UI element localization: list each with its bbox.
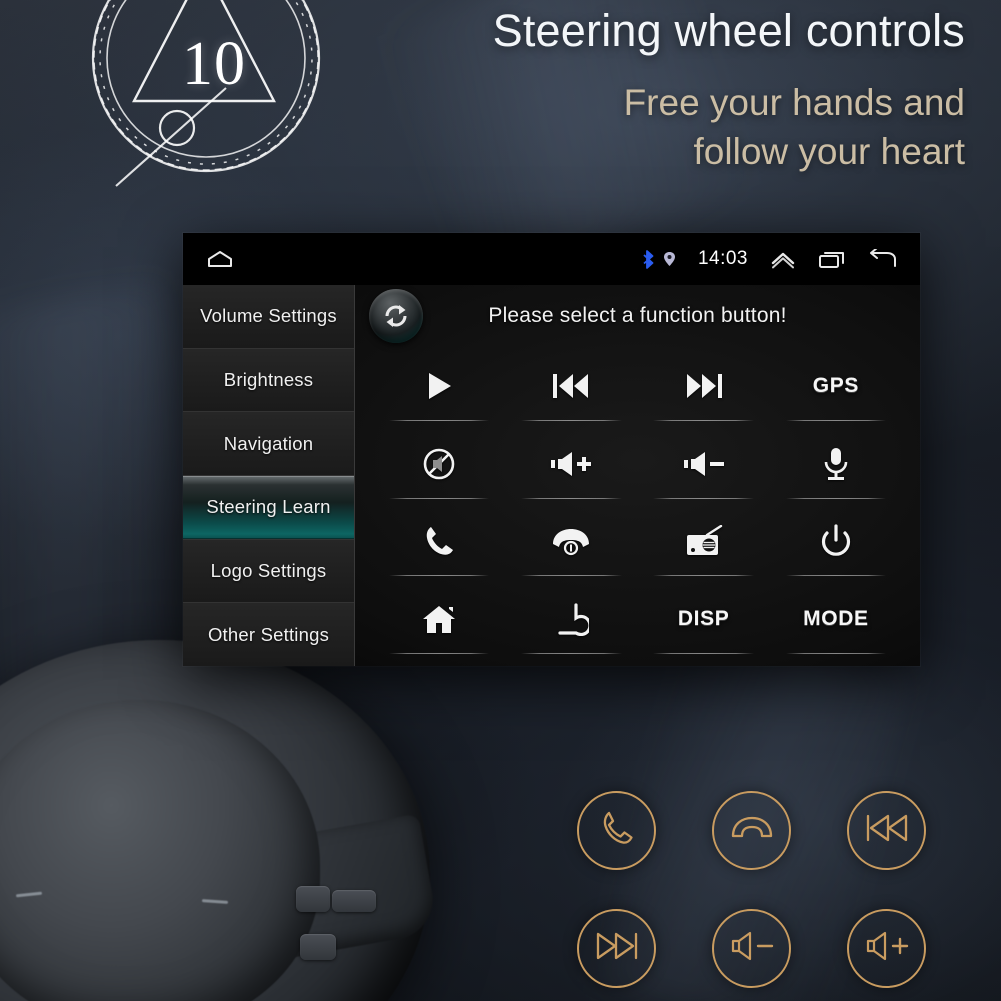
function-button-grid: GPS DISP MODE <box>355 347 920 666</box>
home-outline-icon[interactable] <box>205 249 235 269</box>
bluetooth-icon <box>643 249 656 269</box>
panel-prompt: Please select a function button! <box>488 304 787 327</box>
volume-up-icon <box>550 449 592 479</box>
gold-badge-row-2 <box>577 909 926 988</box>
back-arrow-icon[interactable] <box>868 249 898 269</box>
page-title: Steering wheel controls <box>492 5 965 56</box>
volume-down-icon <box>683 449 725 479</box>
sidebar-item-label: Brightness <box>223 369 314 390</box>
function-button-next[interactable] <box>638 347 770 425</box>
function-button-answer-call[interactable] <box>373 503 505 581</box>
hero-subtitle-line1: Free your hands and <box>623 82 965 124</box>
steering-wheel-button-phone <box>296 886 330 912</box>
function-button-mute[interactable] <box>373 425 505 503</box>
settings-sidebar: Volume Settings Brightness Navigation St… <box>183 285 355 666</box>
sidebar-item-other-settings[interactable]: Other Settings <box>183 603 354 666</box>
function-button-power[interactable] <box>770 503 902 581</box>
promo-page: 10 Steering wheel controls Free your han… <box>0 0 1001 1001</box>
decorative-emblem: 10 <box>76 0 336 188</box>
location-pin-icon <box>663 251 676 267</box>
panel-header: Please select a function button! <box>355 285 920 347</box>
sidebar-item-volume-settings[interactable]: Volume Settings <box>183 285 354 349</box>
function-button-gps[interactable]: GPS <box>770 347 902 425</box>
function-button-disp[interactable]: DISP <box>638 580 770 658</box>
next-track-icon <box>684 371 724 401</box>
play-icon <box>422 369 456 403</box>
sidebar-item-label: Navigation <box>223 432 314 454</box>
head-unit-screen: 14:03 Volume Settings Brightness Navigat… <box>183 233 920 666</box>
emblem-number: 10 <box>182 29 246 98</box>
sidebar-item-label: Logo Settings <box>210 560 327 582</box>
house-icon <box>420 602 458 636</box>
phone-hangup-icon <box>729 812 775 849</box>
function-button-hang-up[interactable] <box>505 503 637 581</box>
function-button-radio[interactable] <box>638 503 770 581</box>
sidebar-item-brightness[interactable]: Brightness <box>183 348 354 413</box>
function-button-label: DISP <box>677 607 730 631</box>
microphone-icon <box>823 446 849 482</box>
function-button-microphone[interactable] <box>770 425 902 503</box>
phone-hangup-icon <box>550 526 592 556</box>
steering-learn-panel: Please select a function button! GPS DIS… <box>355 285 920 666</box>
status-bar-clock: 14:03 <box>697 248 748 269</box>
gold-badge-row-1 <box>577 791 926 870</box>
phone-answer-icon <box>597 808 637 853</box>
power-icon <box>820 524 852 558</box>
previous-track-icon <box>551 371 591 401</box>
function-button-back[interactable] <box>505 580 637 658</box>
function-button-mode[interactable]: MODE <box>770 580 902 658</box>
mute-icon <box>422 447 456 481</box>
gold-badge-call[interactable] <box>577 791 656 870</box>
hero-subtitle-line2: follow your heart <box>693 130 965 172</box>
gold-badge-volume-down[interactable] <box>712 909 791 988</box>
sidebar-item-label: Volume Settings <box>200 305 337 327</box>
sidebar-item-steering-learn[interactable]: Steering Learn <box>183 476 354 540</box>
function-button-play[interactable] <box>373 347 505 425</box>
refresh-sync-icon[interactable] <box>369 289 423 343</box>
next-track-icon <box>594 929 640 968</box>
steering-wheel-button-plus <box>332 890 376 912</box>
sidebar-item-label: Other Settings <box>207 623 330 645</box>
hero-subtitle: Free your hands and follow your heart <box>345 79 965 177</box>
function-button-volume-up[interactable] <box>505 425 637 503</box>
hero-text-block: Steering wheel controls Free your hands … <box>345 4 965 177</box>
sidebar-item-logo-settings[interactable]: Logo Settings <box>183 539 354 604</box>
function-button-previous[interactable] <box>505 347 637 425</box>
function-button-home[interactable] <box>373 580 505 658</box>
back-undo-icon <box>553 602 590 637</box>
function-button-volume-down[interactable] <box>638 425 770 503</box>
function-button-label: GPS <box>812 373 859 397</box>
gold-badge-next[interactable] <box>577 909 656 988</box>
volume-down-icon <box>728 930 776 967</box>
sidebar-item-label: Steering Learn <box>206 496 331 518</box>
volume-up-icon <box>863 930 911 967</box>
steering-wheel-button-call <box>300 934 336 960</box>
android-status-bar: 14:03 <box>183 233 920 285</box>
gold-badge-hangup[interactable] <box>712 791 791 870</box>
radio-icon <box>685 525 723 557</box>
recents-icon[interactable] <box>818 249 846 269</box>
settings-body: Volume Settings Brightness Navigation St… <box>183 285 920 666</box>
gold-badge-previous[interactable] <box>847 791 926 870</box>
function-button-label: MODE <box>803 607 869 631</box>
phone-answer-icon <box>422 524 456 558</box>
previous-track-icon <box>864 811 910 850</box>
chevron-up-icon[interactable] <box>770 249 796 269</box>
gold-badge-volume-up[interactable] <box>847 909 926 988</box>
sidebar-item-navigation[interactable]: Navigation <box>183 412 354 477</box>
